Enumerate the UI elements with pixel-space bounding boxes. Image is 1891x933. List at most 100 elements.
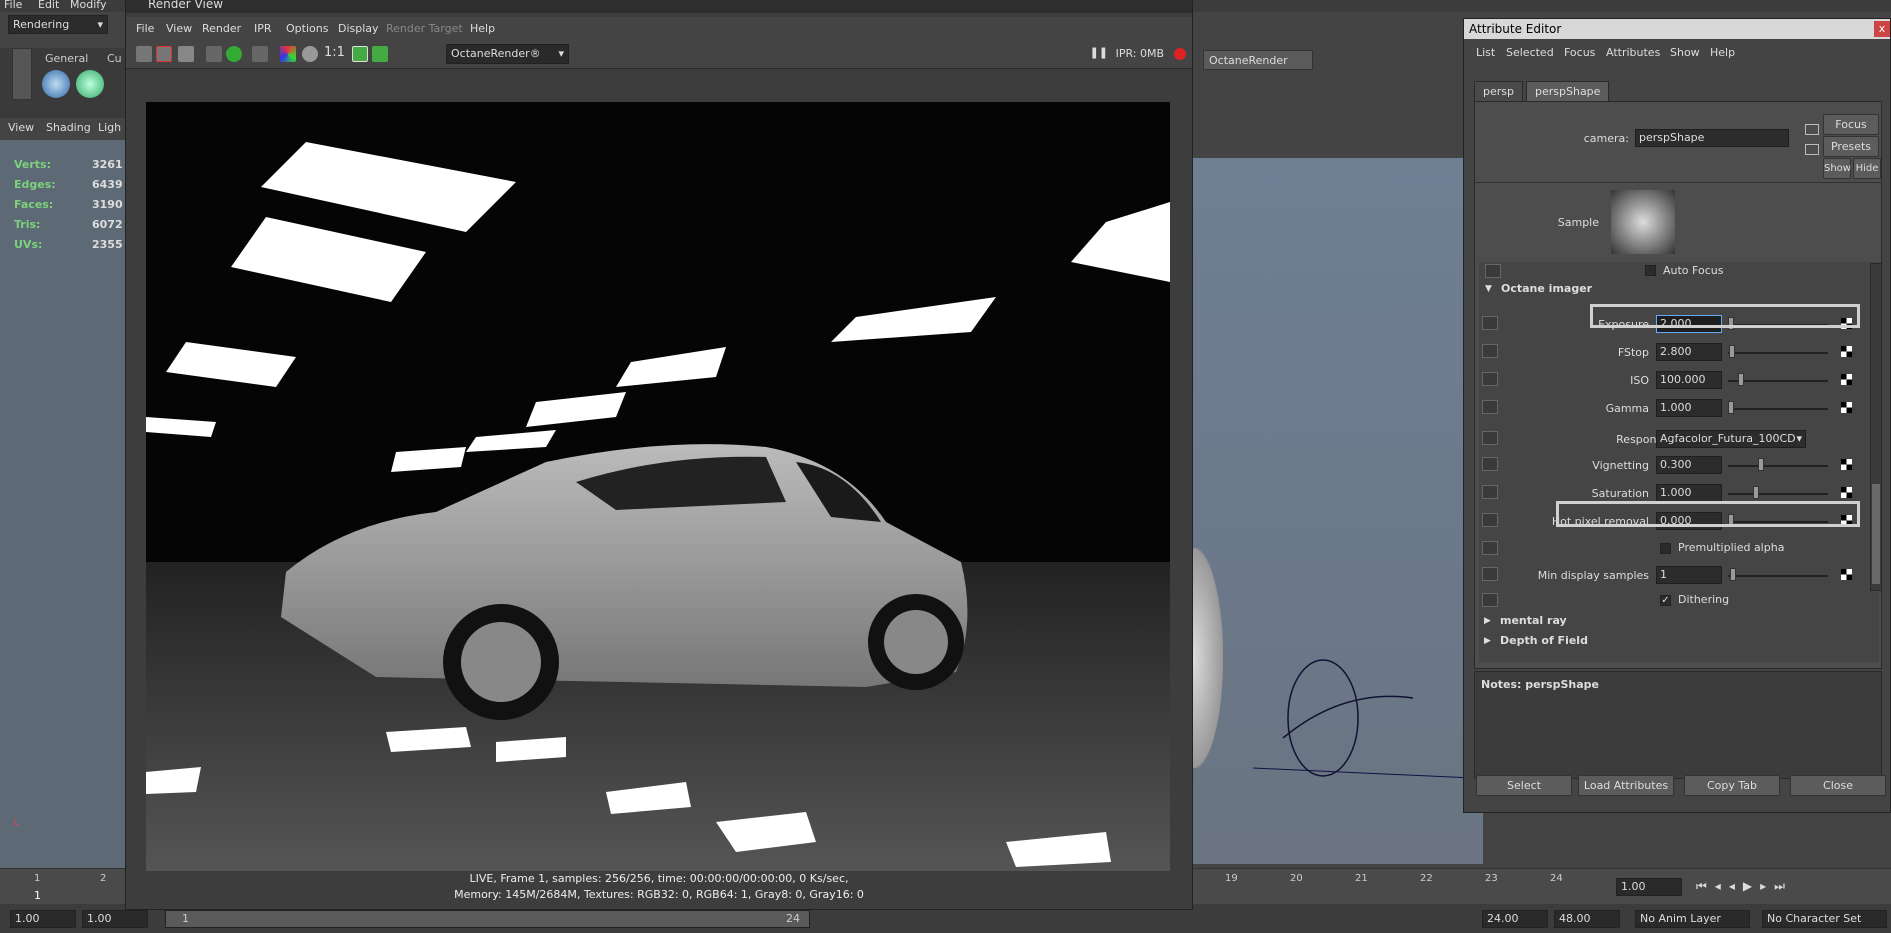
ae-menu-show[interactable]: Show (1670, 46, 1700, 59)
map-toggle-icon[interactable] (1482, 485, 1498, 499)
imager-row-slider[interactable] (1728, 352, 1828, 354)
menu-modify[interactable]: Modify (70, 0, 106, 11)
dithering-checkbox[interactable]: ✓ (1660, 595, 1671, 606)
playback-start-field[interactable]: 1.00 (82, 910, 148, 928)
ae-menu-focus[interactable]: Focus (1564, 46, 1595, 59)
panel-menu-view[interactable]: View (8, 121, 34, 134)
menu-file[interactable]: File (4, 0, 22, 11)
tab-perspshape[interactable]: perspShape (1526, 81, 1610, 101)
viewport-right[interactable] (1193, 158, 1483, 864)
rgb-channel-icon[interactable] (280, 46, 296, 62)
imager-row-slider[interactable] (1728, 493, 1828, 495)
response-dropdown[interactable]: Agfacolor_Futura_100CD ▾ (1656, 430, 1806, 448)
current-time-field[interactable]: 1.00 (1616, 878, 1682, 896)
rv-menu-display[interactable]: Display (338, 22, 379, 35)
map-button-icon[interactable] (1840, 373, 1853, 386)
imager-row-field[interactable]: 1.000 (1656, 484, 1722, 502)
ratio-label[interactable]: 1:1 (324, 45, 345, 60)
rv-menu-help[interactable]: Help (470, 22, 495, 35)
rv-menu-render-target[interactable]: Render Target (386, 22, 463, 35)
pause-icon[interactable]: ❚❚ (1090, 46, 1108, 59)
slider-knob[interactable] (1728, 401, 1734, 414)
focus-button[interactable]: Focus (1823, 114, 1879, 135)
camera-name-field[interactable]: perspShape (1635, 129, 1789, 147)
panel-menu-shading[interactable]: Shading (46, 121, 91, 134)
section-mental-ray[interactable]: ▶ mental ray (1478, 612, 1868, 630)
map-button-icon[interactable] (1840, 345, 1853, 358)
slider-knob[interactable] (1758, 458, 1764, 471)
map-button-icon[interactable] (1840, 401, 1853, 414)
auto-focus-checkbox[interactable] (1645, 265, 1656, 276)
slider-knob[interactable] (1729, 345, 1735, 358)
imager-row-field[interactable]: 2.800 (1656, 343, 1722, 361)
imager-row-field[interactable]: 100.000 (1656, 371, 1722, 389)
sphere-light-icon[interactable] (42, 70, 70, 98)
render-image[interactable] (146, 102, 1170, 871)
map-toggle-icon[interactable] (1482, 567, 1498, 581)
presets-button[interactable]: Presets (1823, 136, 1879, 157)
viewport-left[interactable]: Verts: 3261 Edges: 6439 Faces: 3190 Tris… (0, 140, 125, 870)
anim-layer-dropdown[interactable]: No Anim Layer (1635, 910, 1750, 928)
map-toggle-icon[interactable] (1482, 372, 1498, 386)
sphere-shader-icon[interactable] (76, 70, 104, 98)
map-button-icon[interactable] (1840, 486, 1853, 499)
imager-row-slider[interactable] (1728, 408, 1828, 410)
map-toggle-icon[interactable] (1482, 457, 1498, 471)
character-set-dropdown[interactable]: No Character Set (1762, 910, 1887, 928)
display-settings-icon[interactable] (352, 46, 368, 62)
map-toggle-icon[interactable] (1482, 593, 1498, 607)
map-toggle-icon[interactable] (1482, 541, 1498, 555)
premultiplied-alpha-checkbox[interactable] (1660, 543, 1671, 554)
scrollbar-thumb[interactable] (1872, 484, 1880, 584)
map-button-icon[interactable] (1840, 458, 1853, 471)
map-toggle-icon[interactable] (1482, 316, 1498, 330)
rv-menu-ipr[interactable]: IPR (254, 22, 272, 35)
rv-menu-view[interactable]: View (166, 22, 192, 35)
map-toggle-icon[interactable] (1482, 513, 1498, 527)
snapshot-icon[interactable] (178, 46, 194, 62)
keep-image-icon[interactable] (252, 46, 268, 62)
rv-menu-options[interactable]: Options (286, 22, 328, 35)
attribute-scrollbar[interactable] (1870, 263, 1882, 591)
slider-knob[interactable] (1730, 568, 1736, 581)
shelf-tab-custom[interactable]: Cu (107, 52, 122, 65)
ae-menu-help[interactable]: Help (1710, 46, 1735, 59)
shelf-tab-general[interactable]: General (45, 52, 88, 65)
start-time-field[interactable]: 1.00 (10, 910, 76, 928)
rv-menu-file[interactable]: File (136, 22, 154, 35)
tab-persp[interactable]: persp (1474, 81, 1523, 101)
playback-controls[interactable]: ⏮◂◂▶▸⏭ (1696, 879, 1793, 894)
end-time-field[interactable]: 48.00 (1554, 910, 1620, 928)
map-toggle-icon[interactable] (1485, 264, 1501, 278)
region-render-icon[interactable] (206, 46, 222, 62)
render-icon[interactable] (136, 46, 152, 62)
ae-menu-selected[interactable]: Selected (1506, 46, 1554, 59)
ae-menu-attributes[interactable]: Attributes (1606, 46, 1660, 59)
render-target-dropdown[interactable]: OctaneRender® ▾ (446, 44, 569, 64)
slider-knob[interactable] (1738, 373, 1744, 386)
playback-end-field[interactable]: 24.00 (1482, 910, 1548, 928)
range-slider[interactable]: 1 24 (165, 910, 810, 928)
close-icon[interactable]: x (1874, 21, 1890, 37)
menu-edit[interactable]: Edit (38, 0, 59, 11)
min-display-samples-slider[interactable] (1728, 575, 1828, 577)
ae-menu-list[interactable]: List (1476, 46, 1495, 59)
refresh-icon[interactable] (226, 46, 242, 62)
map-button-icon[interactable] (1840, 568, 1853, 581)
output-connection-icon[interactable] (1805, 144, 1819, 155)
ipr-render-icon[interactable] (156, 46, 172, 62)
map-toggle-icon[interactable] (1482, 400, 1498, 414)
copy-tab-button[interactable]: Copy Tab (1684, 775, 1780, 796)
octane-settings-icon[interactable] (372, 46, 388, 62)
hide-button[interactable]: Hide (1853, 158, 1881, 179)
rv-menu-render[interactable]: Render (202, 22, 241, 35)
imager-row-field[interactable]: 1.000 (1656, 399, 1722, 417)
load-attributes-button[interactable]: Load Attributes (1578, 775, 1674, 796)
close-button[interactable]: Close (1790, 775, 1886, 796)
shelf-handle[interactable] (12, 48, 32, 100)
response-map-icon[interactable] (1482, 431, 1498, 445)
panel-menu-lighting[interactable]: Ligh (98, 121, 121, 134)
map-toggle-icon[interactable] (1482, 344, 1498, 358)
section-octane-imager[interactable]: ▼ Octane imager (1479, 280, 1869, 298)
select-button[interactable]: Select (1476, 775, 1572, 796)
